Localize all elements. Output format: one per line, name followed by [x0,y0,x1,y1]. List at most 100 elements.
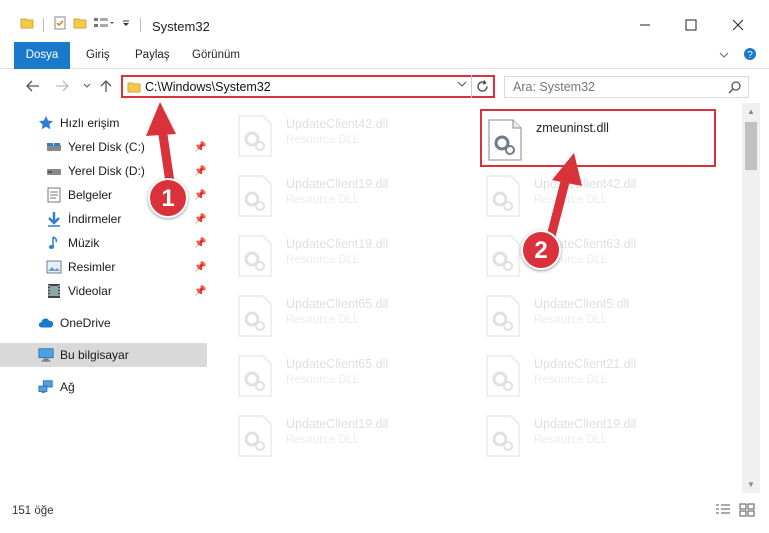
file-item[interactable]: UpdateClient5.dll Resource DLL [480,287,716,345]
file-type: Resource DLL [286,314,360,326]
music-icon [46,235,62,251]
scrollbar-thumb[interactable] [745,122,757,170]
file-item[interactable]: UpdateClient21.dll Resource DLL [480,347,716,405]
dll-file-icon [238,115,272,157]
file-item-highlighted[interactable]: zmeuninst.dll [480,109,716,167]
item-count: 151 öğe [12,505,54,517]
nav-item-label: Müzik [68,236,100,250]
nav-item-music[interactable]: Müzik 📌 [0,231,207,255]
nav-item-label: Yerel Disk (C:) [68,140,145,154]
tab-view[interactable]: Görünüm [180,42,252,69]
file-name: UpdateClient65.dll [286,297,389,311]
pin-icon[interactable]: 📌 [194,238,206,249]
dll-file-icon [486,175,520,217]
details-view-icon[interactable] [715,503,731,520]
nav-item-label: Bu bilgisayar [60,348,129,362]
drive-icon [46,139,62,155]
pin-icon[interactable]: 📌 [194,214,206,225]
pin-icon[interactable]: 📌 [194,142,206,153]
tab-share[interactable]: Paylaş [123,42,182,69]
properties-icon[interactable] [53,16,67,33]
file-type: Resource DLL [534,374,608,386]
pin-icon[interactable]: 📌 [194,166,206,177]
pin-icon[interactable]: 📌 [194,190,206,201]
scroll-down-icon[interactable]: ▼ [747,480,755,489]
file-type: Resource DLL [286,374,360,386]
nav-item-network[interactable]: Ağ [0,375,207,399]
file-name: UpdateClient65.dll [286,357,389,371]
dll-file-icon [238,415,272,457]
search-icon[interactable] [728,80,742,97]
file-item[interactable]: UpdateClient65.dll Resource DLL [232,347,468,405]
back-button[interactable] [24,77,42,95]
file-type: Resource DLL [286,434,360,446]
forward-button[interactable] [53,77,71,95]
customize-qat-icon[interactable] [121,16,131,33]
pin-icon[interactable]: 📌 [194,286,206,297]
recent-locations-button[interactable] [78,77,96,95]
dll-file-icon [486,295,520,337]
address-row: C:\Windows\System32 [0,69,769,103]
file-item[interactable]: UpdateClient19.dll Resource DLL [480,407,716,465]
address-bar[interactable]: C:\Windows\System32 [121,75,495,98]
dll-file-icon [486,355,520,397]
nav-item-onedrive[interactable]: OneDrive [0,311,207,335]
file-item[interactable]: UpdateClient19.dll Resource DLL [232,227,468,285]
nav-item-label: İndirmeler [68,212,122,226]
nav-item-videos[interactable]: Videolar 📌 [0,279,207,303]
dll-file-icon [486,415,520,457]
star-icon [38,115,54,131]
file-item[interactable]: UpdateClient42.dll Resource DLL [480,167,716,225]
minimize-button[interactable] [625,14,665,36]
nav-item-quick-access[interactable]: Hızlı erişim [0,111,207,135]
ribbon-tabs: Dosya Giriş Paylaş Görünüm ? [0,42,769,100]
help-icon[interactable]: ? [743,47,757,64]
drive-icon [46,163,62,179]
svg-text:?: ? [747,50,753,61]
address-path[interactable]: C:\Windows\System32 [145,80,271,94]
search-input[interactable] [505,77,720,97]
new-folder-icon[interactable] [73,16,87,33]
file-type: Resource DLL [286,254,360,266]
tab-home[interactable]: Giriş [74,42,122,69]
computer-icon [38,347,54,363]
refresh-button[interactable] [471,75,493,98]
dll-file-icon [488,119,522,161]
maximize-button[interactable] [671,14,711,36]
vertical-scrollbar[interactable]: ▲ ▼ [742,103,760,493]
address-dropdown-icon[interactable] [457,79,467,92]
pictures-icon [46,259,62,275]
file-item[interactable]: UpdateClient19.dll Resource DLL [232,407,468,465]
large-icons-view-icon[interactable] [739,503,755,520]
cloud-icon [38,315,54,331]
search-box[interactable] [504,76,749,98]
file-item[interactable]: UpdateClient63.dll Resource DLL [480,227,716,285]
file-name: UpdateClient42.dll [286,117,389,131]
nav-item-label: Yerel Disk (D:) [68,164,145,178]
file-name: UpdateClient21.dll [534,357,637,371]
network-icon [38,379,54,395]
folder-icon [20,16,34,33]
expand-ribbon-icon[interactable] [719,49,729,63]
file-item[interactable]: UpdateClient42.dll Resource DLL [232,107,468,165]
nav-item-drive-c[interactable]: Yerel Disk (C:) 📌 [0,135,207,159]
file-name: zmeuninst.dll [536,121,609,135]
download-icon [46,211,62,227]
file-item[interactable]: UpdateClient65.dll Resource DLL [232,287,468,345]
file-item[interactable]: UpdateClient19.dll Resource DLL [232,167,468,225]
close-button[interactable] [718,14,758,36]
file-name: UpdateClient5.dll [534,297,630,311]
view-options-icon[interactable] [93,16,115,33]
nav-item-pictures[interactable]: Resimler 📌 [0,255,207,279]
file-name: UpdateClient19.dll [286,177,389,191]
ribbon-controls: ? [719,47,757,64]
video-icon [46,283,62,299]
scroll-up-icon[interactable]: ▲ [747,107,755,116]
nav-item-label: Ağ [60,380,75,394]
step-badge-2: 2 [521,230,561,270]
documents-icon [46,187,62,203]
step-badge-1: 1 [148,178,188,218]
nav-item-this-pc[interactable]: Bu bilgisayar [0,343,207,367]
up-button[interactable] [97,77,115,95]
pin-icon[interactable]: 📌 [194,262,206,273]
